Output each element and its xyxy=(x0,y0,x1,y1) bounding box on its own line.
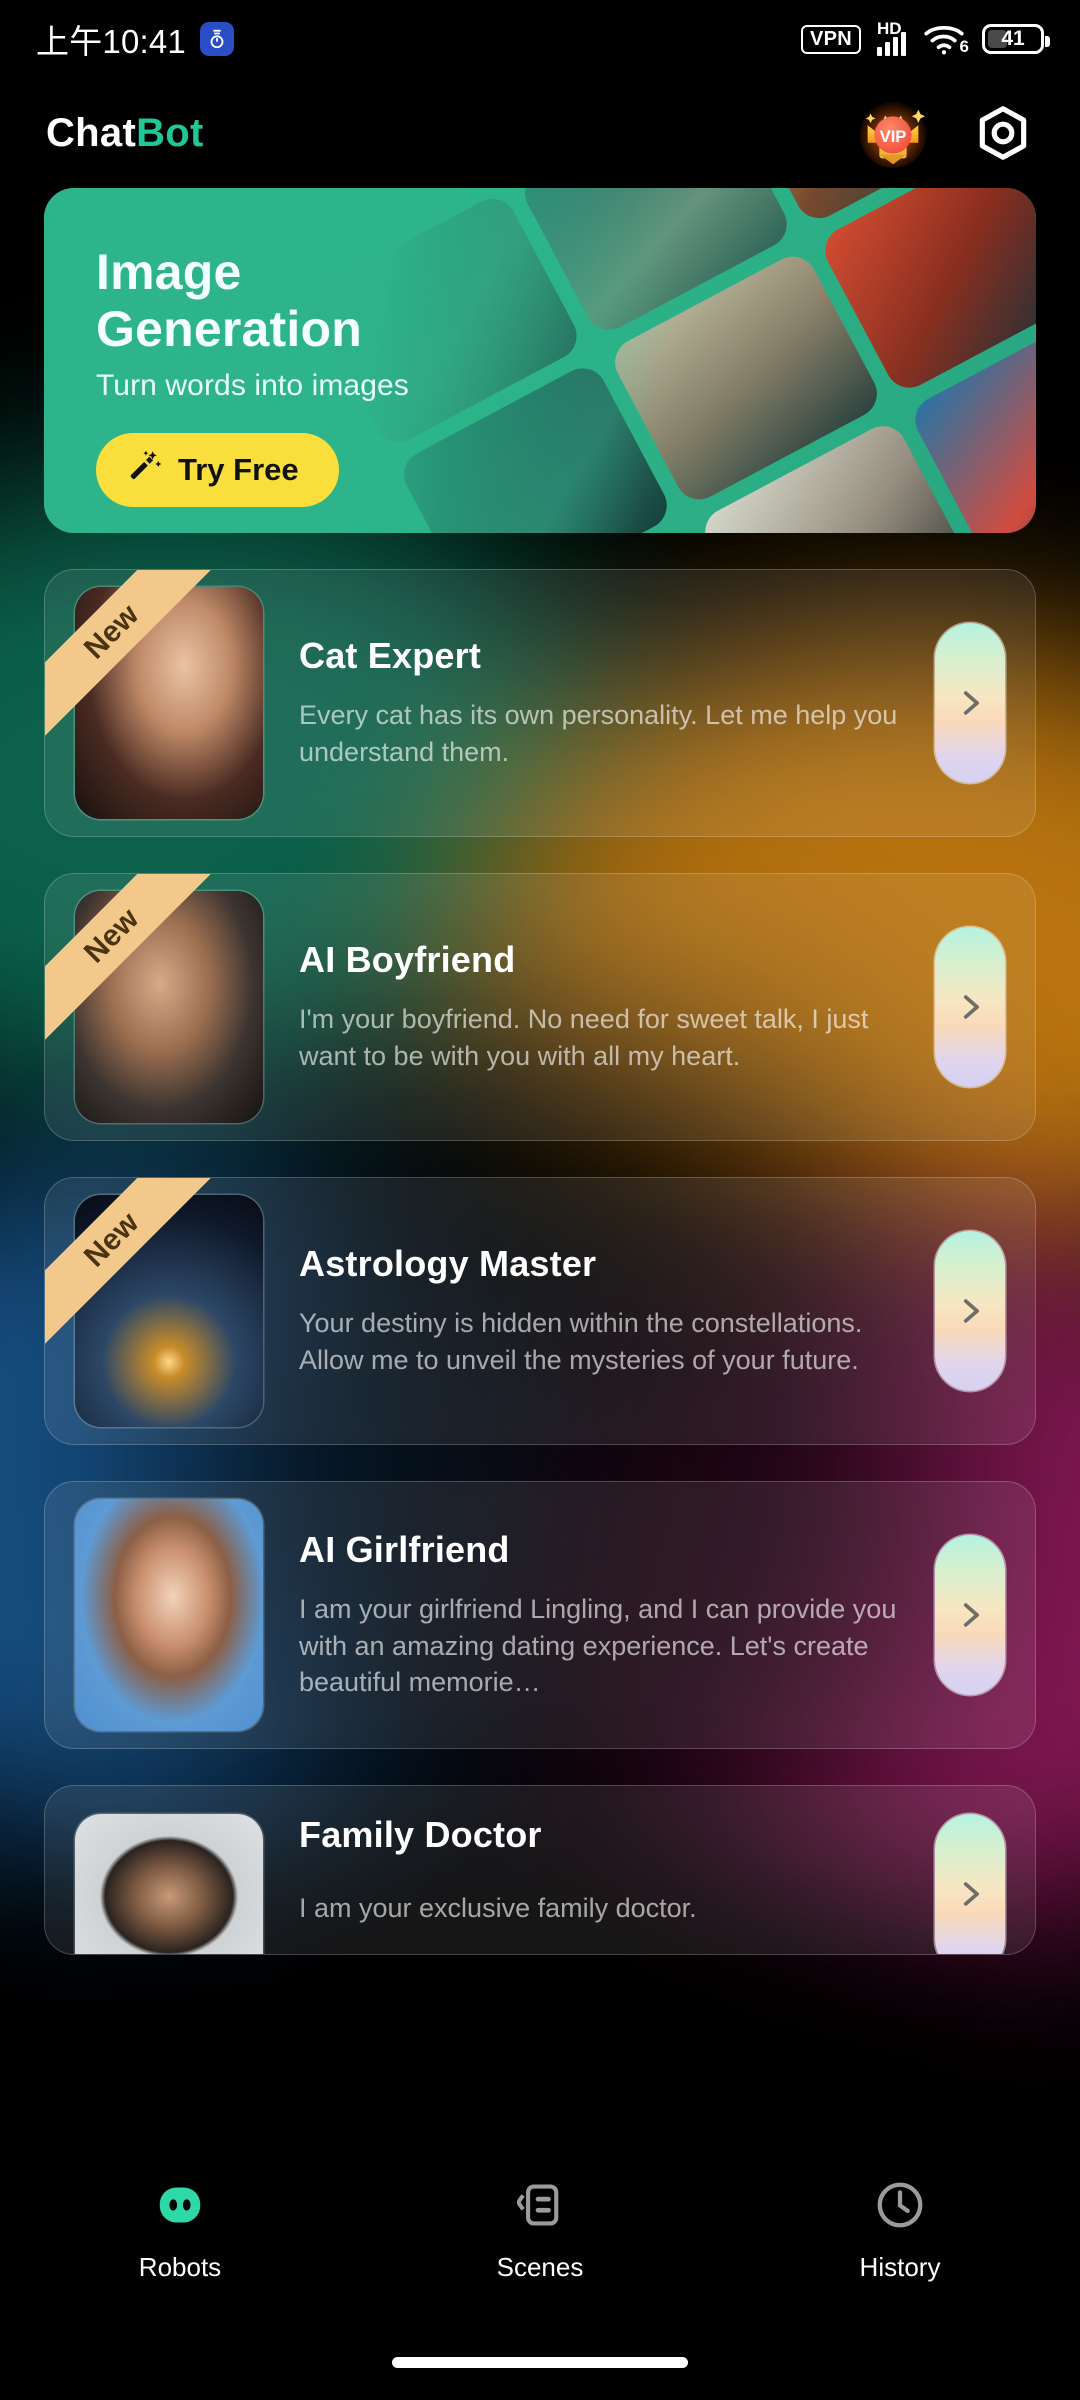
chevron-right-icon xyxy=(963,1603,979,1627)
nav-label-robots: Robots xyxy=(138,2252,222,2282)
try-free-button[interactable]: Try Free xyxy=(96,433,339,507)
agent-card-body: Family Doctor I am your exclusive family… xyxy=(263,1814,935,1927)
agent-description: I'm your boyfriend. No need for sweet ta… xyxy=(299,1004,869,1071)
stopwatch-app-icon xyxy=(199,22,234,56)
agent-card-body: Cat Expert Every cat has its own persona… xyxy=(263,635,935,770)
agent-description: Your destiny is hidden within the conste… xyxy=(299,1308,863,1375)
wifi-generation-label: 6 xyxy=(959,37,969,56)
nav-item-history[interactable]: History xyxy=(720,2176,1080,2283)
agent-card-astrology-master[interactable]: New Astrology Master Your destiny is hid… xyxy=(44,1177,1036,1445)
chevron-right-icon xyxy=(963,995,979,1019)
agent-card-family-doctor[interactable]: Family Doctor I am your exclusive family… xyxy=(44,1785,1036,1955)
app-header: ChatBot VIP xyxy=(0,78,1080,188)
agent-card-body: AI Girlfriend I am your girlfriend Lingl… xyxy=(263,1529,935,1701)
nav-item-robots[interactable]: Robots xyxy=(0,2176,360,2283)
try-free-label: Try Free xyxy=(178,452,299,487)
svg-text:VIP: VIP xyxy=(880,127,907,146)
status-bar-left: 上午10:41 xyxy=(36,15,234,63)
battery-indicator: 41 xyxy=(982,24,1050,54)
chevron-right-icon xyxy=(963,1299,979,1323)
agent-card-ai-girlfriend[interactable]: AI Girlfriend I am your girlfriend Lingl… xyxy=(44,1481,1036,1749)
robot-face-icon xyxy=(151,2176,209,2234)
clock-history-icon xyxy=(871,2176,929,2234)
banner-subtitle: Turn words into images xyxy=(96,369,409,402)
image-generation-banner[interactable]: Image Generation Turn words into images … xyxy=(44,188,1036,533)
home-indicator[interactable] xyxy=(392,2357,688,2368)
status-time: 上午10:41 xyxy=(36,23,186,60)
settings-hexagon-icon[interactable] xyxy=(972,102,1034,164)
wifi-icon: 6 xyxy=(922,22,969,56)
agent-title: AI Girlfriend xyxy=(299,1528,510,1570)
vip-crown-badge-icon[interactable]: VIP xyxy=(854,94,932,172)
open-agent-button[interactable] xyxy=(935,1535,1005,1695)
agent-card-body: Astrology Master Your destiny is hidden … xyxy=(263,1243,935,1378)
battery-percent: 41 xyxy=(1001,27,1025,50)
nav-label-history: History xyxy=(859,2252,941,2282)
agent-title: Cat Expert xyxy=(299,635,482,677)
agent-title: AI Boyfriend xyxy=(299,939,516,981)
bottom-navigation-bar: Robots Scenes History xyxy=(0,2140,1080,2400)
banner-title-line1: Image xyxy=(96,244,242,300)
agent-card-ai-boyfriend[interactable]: New AI Boyfriend I'm your boyfriend. No … xyxy=(44,873,1036,1141)
main-scroll-area[interactable]: Image Generation Turn words into images … xyxy=(0,188,1080,1955)
banner-title: Image Generation xyxy=(96,244,409,358)
app-title: ChatBot xyxy=(46,111,204,156)
open-agent-button[interactable] xyxy=(935,623,1005,783)
open-agent-button[interactable] xyxy=(935,1231,1005,1391)
bottom-fade xyxy=(0,2070,1080,2140)
agent-description: I am your girlfriend Lingling, and I can… xyxy=(299,1593,897,1698)
status-bar: 上午10:41 VPN HD 6 41 xyxy=(0,0,1080,78)
agent-card-body: AI Boyfriend I'm your boyfriend. No need… xyxy=(263,939,935,1074)
scenes-card-icon xyxy=(511,2176,569,2234)
banner-title-line2: Generation xyxy=(96,301,362,357)
agent-title: Family Doctor xyxy=(299,1814,542,1855)
agent-card-cat-expert[interactable]: New Cat Expert Every cat has its own per… xyxy=(44,569,1036,837)
chevron-right-icon xyxy=(963,691,979,715)
chevron-right-icon xyxy=(963,1882,979,1906)
open-agent-button[interactable] xyxy=(935,1814,1005,1954)
agent-description: I am your exclusive family doctor. xyxy=(299,1893,697,1923)
hd-label: HD xyxy=(877,19,902,38)
brand-part-bot: Bot xyxy=(136,110,204,155)
status-bar-right: VPN HD 6 41 xyxy=(800,19,1050,56)
agent-title: Astrology Master xyxy=(299,1243,597,1285)
avatar-ai-girlfriend xyxy=(75,1499,263,1731)
cellular-signal-icon: HD xyxy=(877,19,906,56)
open-agent-button[interactable] xyxy=(935,927,1005,1087)
app-header-actions: VIP xyxy=(854,94,1034,172)
nav-label-scenes: Scenes xyxy=(496,2252,584,2282)
nav-item-scenes[interactable]: Scenes xyxy=(360,2176,720,2283)
magic-wand-icon xyxy=(128,449,162,491)
brand-part-chat: Chat xyxy=(46,110,137,155)
agent-description: Every cat has its own personality. Let m… xyxy=(299,700,898,767)
banner-text-block: Image Generation Turn words into images … xyxy=(96,244,409,507)
avatar-family-doctor xyxy=(75,1814,263,1954)
vpn-indicator: VPN xyxy=(800,24,861,54)
